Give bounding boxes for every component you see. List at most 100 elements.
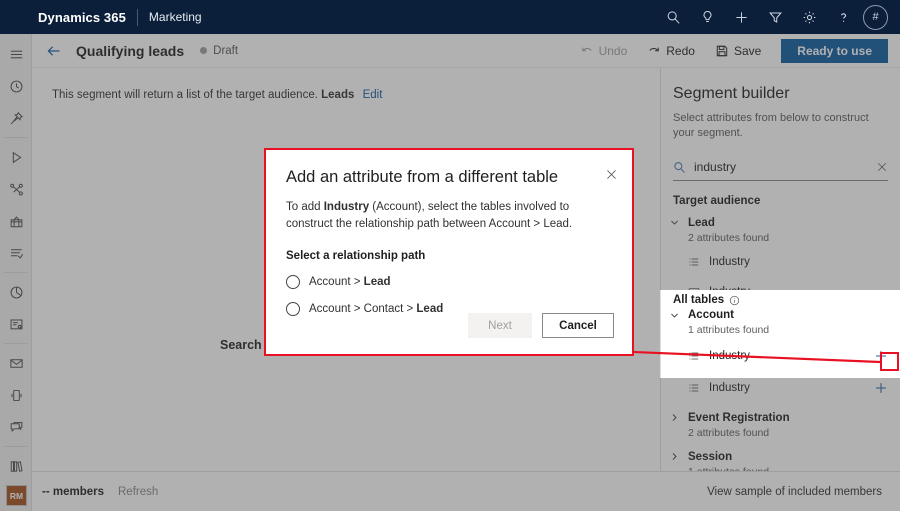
redo-label: Redo [666,44,695,58]
redo-icon [647,44,661,58]
brand-divider [137,9,138,26]
command-bar-actions: Undo Redo Save Ready to use [570,36,900,66]
attribute-label: Industry [709,256,750,268]
brand-label: Dynamics 365 [38,10,126,25]
add-attribute-modal: Add an attribute from a different table … [264,148,634,356]
option-bold: Lead [364,276,391,288]
info-icon[interactable] [729,295,740,306]
members-count-label: -- members [42,486,104,498]
save-button[interactable]: Save [705,36,771,66]
panel-title: Segment builder [673,85,900,103]
ready-to-use-button[interactable]: Ready to use [781,39,888,63]
hamburger-menu-icon[interactable] [0,38,32,70]
add-icon[interactable] [724,0,758,34]
analytics-pie-icon[interactable] [0,276,32,308]
redo-button[interactable]: Redo [637,36,705,66]
rail-divider-2 [4,272,27,273]
save-icon [715,44,729,58]
search-icon [673,161,686,174]
app-name-label: Marketing [149,10,202,24]
left-navigation-rail: RM [0,34,32,511]
undo-label: Undo [599,44,628,58]
attribute-search-box[interactable]: industry [673,155,888,181]
forms-icon[interactable] [0,308,32,340]
add-attribute-button[interactable] [871,378,891,398]
attribute-row-account-industry[interactable]: Industry [661,376,900,400]
all-tables-header-hl: All tables [673,294,900,306]
table-group-name: Lead [688,217,715,229]
mobile-push-icon[interactable] [0,379,32,411]
help-icon[interactable] [826,0,860,34]
save-label: Save [734,44,761,58]
status-badge: Draft [213,45,238,57]
customer-journey-icon[interactable] [0,173,32,205]
annotation-plus-highlight [880,352,899,371]
option-set-icon [688,382,700,394]
segment-entity-name: Leads [321,89,354,101]
relationship-option-1[interactable]: Account > Lead [286,275,632,289]
modal-title: Add an attribute from a different table [286,168,632,187]
settings-gear-icon[interactable] [792,0,826,34]
pinned-icon[interactable] [0,102,32,134]
search-input[interactable]: industry [694,160,876,174]
top-navigation-bar: Dynamics 365 Marketing [0,0,900,34]
chevron-right-icon [669,412,683,423]
modal-body-attribute: Industry [324,201,369,213]
chevron-down-icon [669,310,683,321]
close-icon[interactable] [605,168,618,181]
search-icon[interactable] [656,0,690,34]
events-icon[interactable] [0,205,32,237]
modal-body-prefix: To add [286,201,324,213]
table-group-count: 2 attributes found [688,427,900,439]
rail-divider-4 [4,446,27,447]
chevron-down-icon [669,217,683,228]
relationship-path-label: Select a relationship path [286,250,632,262]
radio-button-icon[interactable] [286,302,300,316]
highlighted-all-tables-region: All tables Account 1 attributes found [660,290,900,378]
filter-icon[interactable] [758,0,792,34]
table-group-name: Account [688,309,734,321]
attribute-label: Industry [709,382,750,394]
user-avatar[interactable]: # [863,5,888,30]
chevron-right-icon [669,451,683,462]
attribute-row[interactable]: Industry [661,250,900,274]
library-icon[interactable] [0,450,32,482]
table-group-header[interactable]: Lead [661,217,900,229]
segments-icon[interactable] [0,237,32,269]
radio-button-icon[interactable] [286,275,300,289]
clear-search-icon[interactable] [876,161,888,173]
all-tables-label: All tables [673,294,724,306]
play-journeys-icon[interactable] [0,141,32,173]
modal-action-buttons: Next Cancel [468,313,614,338]
option-prefix: Account > [309,276,364,288]
edit-link[interactable]: Edit [363,89,383,101]
recent-clock-icon[interactable] [0,70,32,102]
target-audience-header: Target audience [673,195,900,207]
option-set-icon [688,256,700,268]
cancel-button[interactable]: Cancel [542,313,614,338]
table-group-header[interactable]: Session [661,451,900,463]
user-avatar-rail[interactable]: RM [6,485,27,506]
next-button[interactable]: Next [468,313,532,338]
segment-description: This segment will return a list of the t… [52,89,382,101]
segment-description-text: This segment will return a list of the t… [52,89,318,101]
command-bar: Qualifying leads Draft Undo Redo [32,34,900,68]
top-nav-actions: # [656,0,900,34]
panel-subtitle: Select attributes from below to construc… [673,111,888,141]
option-set-icon [688,350,700,362]
lightbulb-icon[interactable] [690,0,724,34]
table-group-header[interactable]: Event Registration [661,412,900,424]
status-dot-icon [200,47,207,54]
text-message-icon[interactable] [0,411,32,443]
table-group-header[interactable]: Account [661,309,900,321]
refresh-button[interactable]: Refresh [118,486,158,498]
rail-divider [4,137,27,138]
undo-button[interactable]: Undo [570,36,638,66]
bottom-status-bar: -- members Refresh View sample of includ… [32,471,900,511]
back-arrow-icon[interactable] [46,43,62,59]
attribute-row-account-industry-hl[interactable]: Industry [661,344,900,368]
email-icon[interactable] [0,347,32,379]
option-bold: Lead [416,303,443,315]
table-group-count: 1 attributes found [688,324,900,336]
view-sample-link[interactable]: View sample of included members [707,486,882,498]
